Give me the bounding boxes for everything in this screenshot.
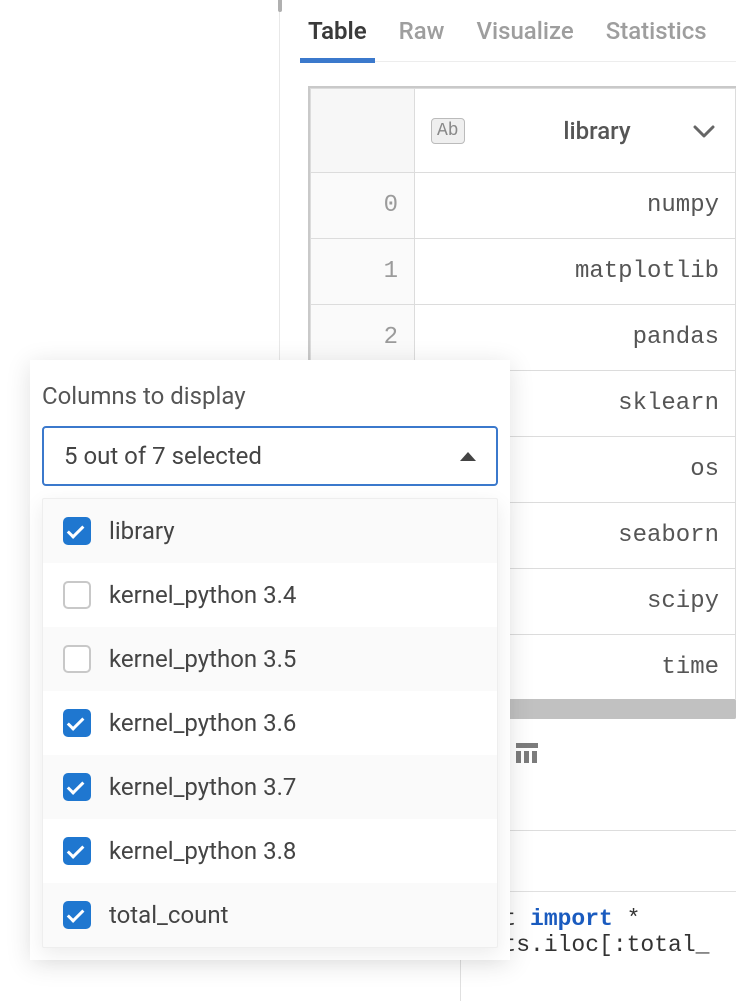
option-kernel-python-38[interactable]: kernel_python 3.8 bbox=[43, 819, 497, 883]
row-index: 1 bbox=[311, 239, 415, 305]
dropdown-summary: 5 out of 7 selected bbox=[64, 442, 262, 470]
option-kernel-python-36[interactable]: kernel_python 3.6 bbox=[43, 691, 497, 755]
option-total-count[interactable]: total_count bbox=[43, 883, 497, 947]
checkbox-unchecked-icon[interactable] bbox=[63, 581, 91, 609]
dropdown-label: Columns to display bbox=[42, 382, 498, 410]
table-row[interactable]: 1matplotlib bbox=[311, 239, 736, 305]
type-badge-string: Ab bbox=[431, 118, 465, 144]
horizontal-scrollbar-thumb[interactable] bbox=[508, 699, 736, 719]
option-library[interactable]: library bbox=[43, 499, 497, 563]
option-label: total_count bbox=[109, 901, 228, 929]
index-column-header bbox=[311, 89, 415, 173]
column-name: library bbox=[563, 117, 630, 145]
output-tabs: Table Raw Visualize Statistics bbox=[308, 0, 736, 62]
code-keyword: import bbox=[530, 906, 613, 932]
caret-up-icon bbox=[460, 452, 476, 461]
table-row[interactable]: 0numpy bbox=[311, 173, 736, 239]
option-label: kernel_python 3.8 bbox=[109, 837, 296, 865]
tab-table[interactable]: Table bbox=[308, 3, 367, 59]
checkbox-checked-icon[interactable] bbox=[63, 837, 91, 865]
cell-value: numpy bbox=[415, 173, 736, 239]
option-kernel-python-37[interactable]: kernel_python 3.7 bbox=[43, 755, 497, 819]
dropdown-select[interactable]: 5 out of 7 selected bbox=[42, 426, 498, 486]
chevron-down-icon[interactable] bbox=[693, 117, 715, 145]
option-kernel-python-34[interactable]: kernel_python 3.4 bbox=[43, 563, 497, 627]
tab-statistics[interactable]: Statistics bbox=[606, 3, 707, 59]
columns-icon[interactable] bbox=[516, 743, 538, 763]
row-index: 0 bbox=[311, 173, 415, 239]
checkbox-checked-icon[interactable] bbox=[63, 773, 91, 801]
checkbox-unchecked-icon[interactable] bbox=[63, 645, 91, 673]
option-label: kernel_python 3.6 bbox=[109, 709, 296, 737]
dropdown-options-list: library kernel_python 3.4 kernel_python … bbox=[42, 498, 498, 948]
option-kernel-python-35[interactable]: kernel_python 3.5 bbox=[43, 627, 497, 691]
tab-visualize[interactable]: Visualize bbox=[477, 3, 574, 59]
tab-raw[interactable]: Raw bbox=[399, 3, 445, 59]
pane-divider-handle[interactable] bbox=[278, 0, 282, 12]
cell-value: matplotlib bbox=[415, 239, 736, 305]
option-label: kernel_python 3.5 bbox=[109, 645, 296, 673]
checkbox-checked-icon[interactable] bbox=[63, 901, 91, 929]
option-label: library bbox=[109, 517, 175, 545]
columns-dropdown-panel: Columns to display 5 out of 7 selected l… bbox=[30, 360, 510, 960]
column-header-library[interactable]: Ab library bbox=[415, 89, 736, 173]
checkbox-checked-icon[interactable] bbox=[63, 517, 91, 545]
code-fragment: * bbox=[613, 906, 641, 932]
checkbox-checked-icon[interactable] bbox=[63, 709, 91, 737]
option-label: kernel_python 3.7 bbox=[109, 773, 296, 801]
option-label: kernel_python 3.4 bbox=[109, 581, 296, 609]
